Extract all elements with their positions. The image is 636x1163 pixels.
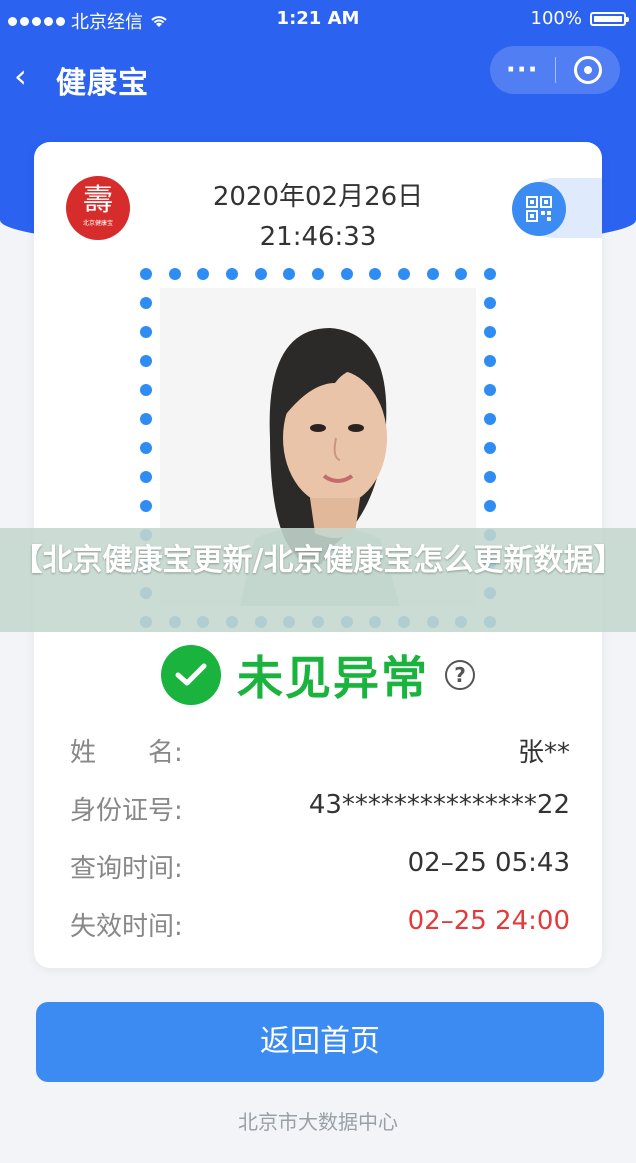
frame-dot	[484, 500, 496, 512]
frame-dot	[140, 355, 152, 367]
check-icon	[161, 645, 221, 705]
return-home-button[interactable]: 返回首页	[36, 1002, 604, 1082]
qr-code-button[interactable]	[512, 182, 566, 236]
close-button[interactable]	[556, 56, 621, 84]
info-row-query-time: 查询时间: 02–25 05:43	[70, 848, 570, 888]
health-status: 未见异常 ?	[34, 642, 602, 708]
overlay-banner: 【北京健康宝更新/北京健康宝怎么更新数据】	[0, 528, 636, 632]
name-value: 张**	[517, 738, 570, 768]
name-label: 姓 名:	[70, 738, 183, 768]
frame-dot	[254, 268, 267, 280]
frame-dot	[484, 297, 496, 309]
banner-text: 【北京健康宝更新/北京健康宝怎么更新数据】	[12, 543, 624, 578]
navigation-bar: ‹ 健康宝 ···	[0, 44, 636, 108]
id-value: 43***************22	[308, 790, 570, 820]
footer-text: 北京市大数据中心	[238, 1110, 398, 1134]
health-status-text: 未见异常	[237, 651, 429, 705]
info-row-expire-time: 失效时间: 02–25 24:00	[70, 906, 570, 946]
frame-dot	[484, 384, 496, 396]
frame-dot	[140, 442, 152, 454]
close-icon	[573, 56, 602, 84]
frame-dot	[140, 268, 152, 280]
expire-time-label: 失效时间:	[70, 912, 183, 942]
frame-dot	[484, 442, 496, 454]
id-label: 身份证号:	[70, 796, 183, 826]
query-time-value: 02–25 05:43	[407, 848, 570, 878]
frame-dot	[369, 268, 382, 280]
frame-dot	[455, 268, 468, 280]
mini-program-capsule: ···	[490, 46, 620, 94]
frame-dot	[140, 297, 152, 309]
help-icon[interactable]: ?	[445, 660, 475, 690]
frame-dot	[140, 413, 152, 425]
frame-dot	[168, 268, 181, 280]
query-time-label: 查询时间:	[70, 854, 183, 884]
qr-code-icon	[526, 196, 552, 222]
frame-dot	[484, 355, 496, 367]
more-button[interactable]: ···	[490, 46, 555, 94]
expire-time-value: 02–25 24:00	[407, 906, 570, 936]
frame-dot	[226, 268, 238, 280]
frame-dot	[140, 326, 152, 338]
frame-dot	[398, 268, 410, 280]
frame-dot	[484, 268, 496, 280]
frame-dot	[140, 500, 152, 512]
status-right: 100%	[530, 8, 629, 29]
frame-dot	[484, 471, 496, 483]
frame-dot	[340, 268, 353, 280]
status-bar: 北京经信 1:21 AM 100%	[0, 0, 636, 36]
page-title: 健康宝	[56, 66, 149, 101]
frame-dot	[426, 268, 439, 280]
card-time: 21:46:33	[259, 222, 377, 252]
info-row-id: 身份证号: 43***************22	[70, 790, 570, 830]
battery-label: 100%	[530, 8, 582, 29]
frame-dot	[140, 384, 152, 396]
frame-dot	[197, 268, 210, 280]
info-row-name: 姓 名: 张**	[70, 732, 570, 772]
frame-dot	[484, 413, 496, 425]
frame-dot	[484, 326, 496, 338]
frame-dot	[140, 471, 152, 483]
battery-icon	[590, 11, 629, 26]
back-icon[interactable]: ‹	[14, 60, 27, 92]
frame-dot	[312, 268, 324, 280]
frame-dot	[283, 268, 296, 280]
